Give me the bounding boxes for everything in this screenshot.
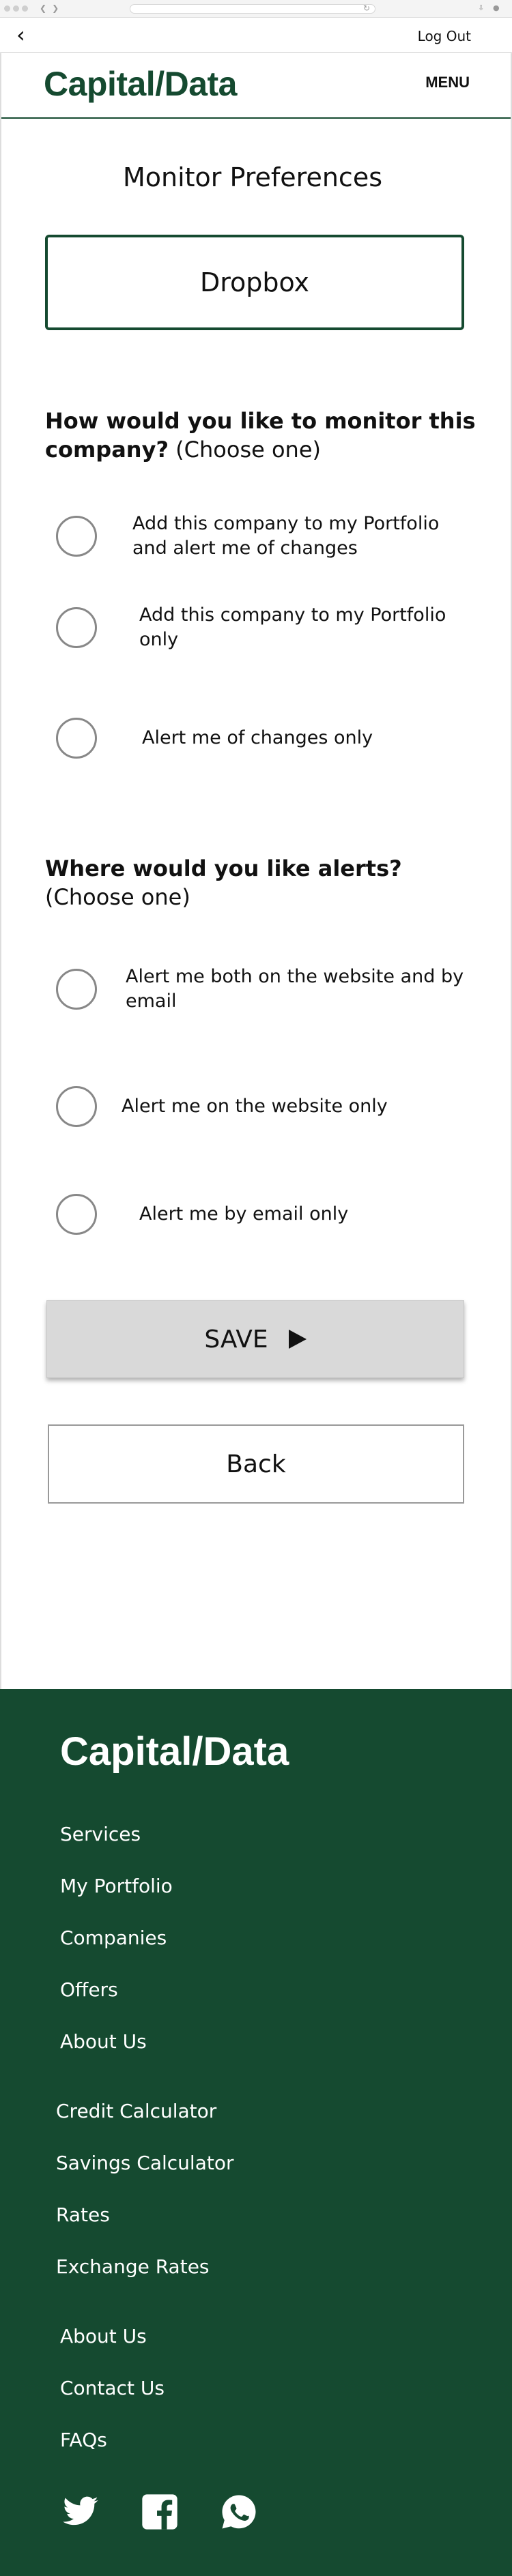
alerts-question-text: Where would you like alerts? bbox=[45, 855, 402, 881]
footer-link-offers[interactable]: Offers bbox=[60, 1978, 118, 2001]
option-label: Alert me both on the website and by emai… bbox=[126, 966, 464, 1012]
close-window-dot[interactable] bbox=[4, 5, 10, 12]
option-label: Alert me by email only bbox=[139, 1203, 349, 1225]
save-button-label: SAVE bbox=[204, 1325, 268, 1353]
footer-link-savings-calculator[interactable]: Savings Calculator bbox=[56, 2152, 233, 2174]
radio-button[interactable] bbox=[56, 969, 97, 1010]
whatsapp-icon[interactable] bbox=[220, 2493, 258, 2531]
radio-button[interactable] bbox=[56, 1194, 97, 1235]
zoom-window-dot[interactable] bbox=[22, 5, 28, 12]
back-chevron-icon[interactable]: ‹ bbox=[16, 24, 25, 46]
site-header: Capital/Data MENU bbox=[0, 53, 512, 119]
logout-link[interactable]: Log Out bbox=[418, 28, 471, 44]
footer-link-about-us-2[interactable]: About Us bbox=[60, 2325, 147, 2347]
browser-nav: ❮ ❯ bbox=[40, 3, 59, 13]
radio-button[interactable] bbox=[56, 607, 97, 648]
alerts-question: Where would you like alerts? (Choose one… bbox=[45, 854, 482, 911]
alerts-question-hint: (Choose one) bbox=[45, 884, 190, 910]
footer-link-exchange-rates[interactable]: Exchange Rates bbox=[56, 2255, 210, 2278]
browser-back-icon[interactable]: ❮ bbox=[40, 3, 46, 13]
option-label: Add this company to my Portfolio only bbox=[139, 604, 446, 650]
footer-link-credit-calculator[interactable]: Credit Calculator bbox=[56, 2100, 216, 2122]
footer-link-about-us[interactable]: About Us bbox=[60, 2030, 147, 2053]
footer-link-rates[interactable]: Rates bbox=[56, 2204, 110, 2226]
company-name-box: Dropbox bbox=[45, 235, 464, 330]
site-footer: Capital/Data Services My Portfolio Compa… bbox=[0, 1689, 512, 2576]
save-button[interactable]: SAVE bbox=[46, 1300, 464, 1378]
download-icon[interactable]: ⇩ bbox=[478, 3, 484, 12]
monitor-question-hint: (Choose one) bbox=[175, 437, 321, 463]
address-bar[interactable] bbox=[130, 4, 375, 14]
option-label: Add this company to my Portfolio and ale… bbox=[132, 513, 440, 559]
company-name: Dropbox bbox=[199, 267, 310, 297]
footer-link-contact-us[interactable]: Contact Us bbox=[60, 2377, 165, 2399]
top-bar: ‹ Log Out bbox=[0, 18, 512, 53]
footer-link-companies[interactable]: Companies bbox=[60, 1927, 167, 1949]
footer-brand[interactable]: Capital/Data bbox=[60, 1729, 289, 1774]
window-controls bbox=[4, 5, 28, 12]
browser-chrome: ❮ ❯ ↻ ⇩ ● bbox=[0, 0, 512, 18]
brand-logo[interactable]: Capital/Data bbox=[44, 64, 237, 104]
reload-icon[interactable]: ↻ bbox=[363, 3, 370, 13]
left-border bbox=[0, 53, 1, 1689]
footer-link-faqs[interactable]: FAQs bbox=[60, 2429, 107, 2451]
twitter-icon[interactable] bbox=[61, 2493, 100, 2531]
option-label: Alert me on the website only bbox=[122, 1096, 388, 1117]
account-icon[interactable]: ● bbox=[493, 3, 500, 12]
radio-button[interactable] bbox=[56, 1086, 97, 1127]
monitor-question: How would you like to monitor this compa… bbox=[45, 407, 482, 464]
facebook-icon[interactable] bbox=[141, 2493, 179, 2531]
menu-button[interactable]: MENU bbox=[425, 74, 470, 91]
radio-button[interactable] bbox=[56, 516, 97, 557]
back-button[interactable]: Back bbox=[48, 1424, 464, 1504]
play-arrow-icon bbox=[288, 1330, 307, 1349]
footer-link-services[interactable]: Services bbox=[60, 1823, 141, 1845]
minimize-window-dot[interactable] bbox=[13, 5, 19, 12]
option-label: Alert me of changes only bbox=[142, 727, 373, 748]
page-title: Monitor Preferences bbox=[122, 162, 383, 192]
radio-button[interactable] bbox=[56, 718, 97, 759]
footer-link-my-portfolio[interactable]: My Portfolio bbox=[60, 1875, 173, 1897]
browser-forward-icon[interactable]: ❯ bbox=[52, 3, 59, 13]
back-button-label: Back bbox=[226, 1450, 286, 1478]
